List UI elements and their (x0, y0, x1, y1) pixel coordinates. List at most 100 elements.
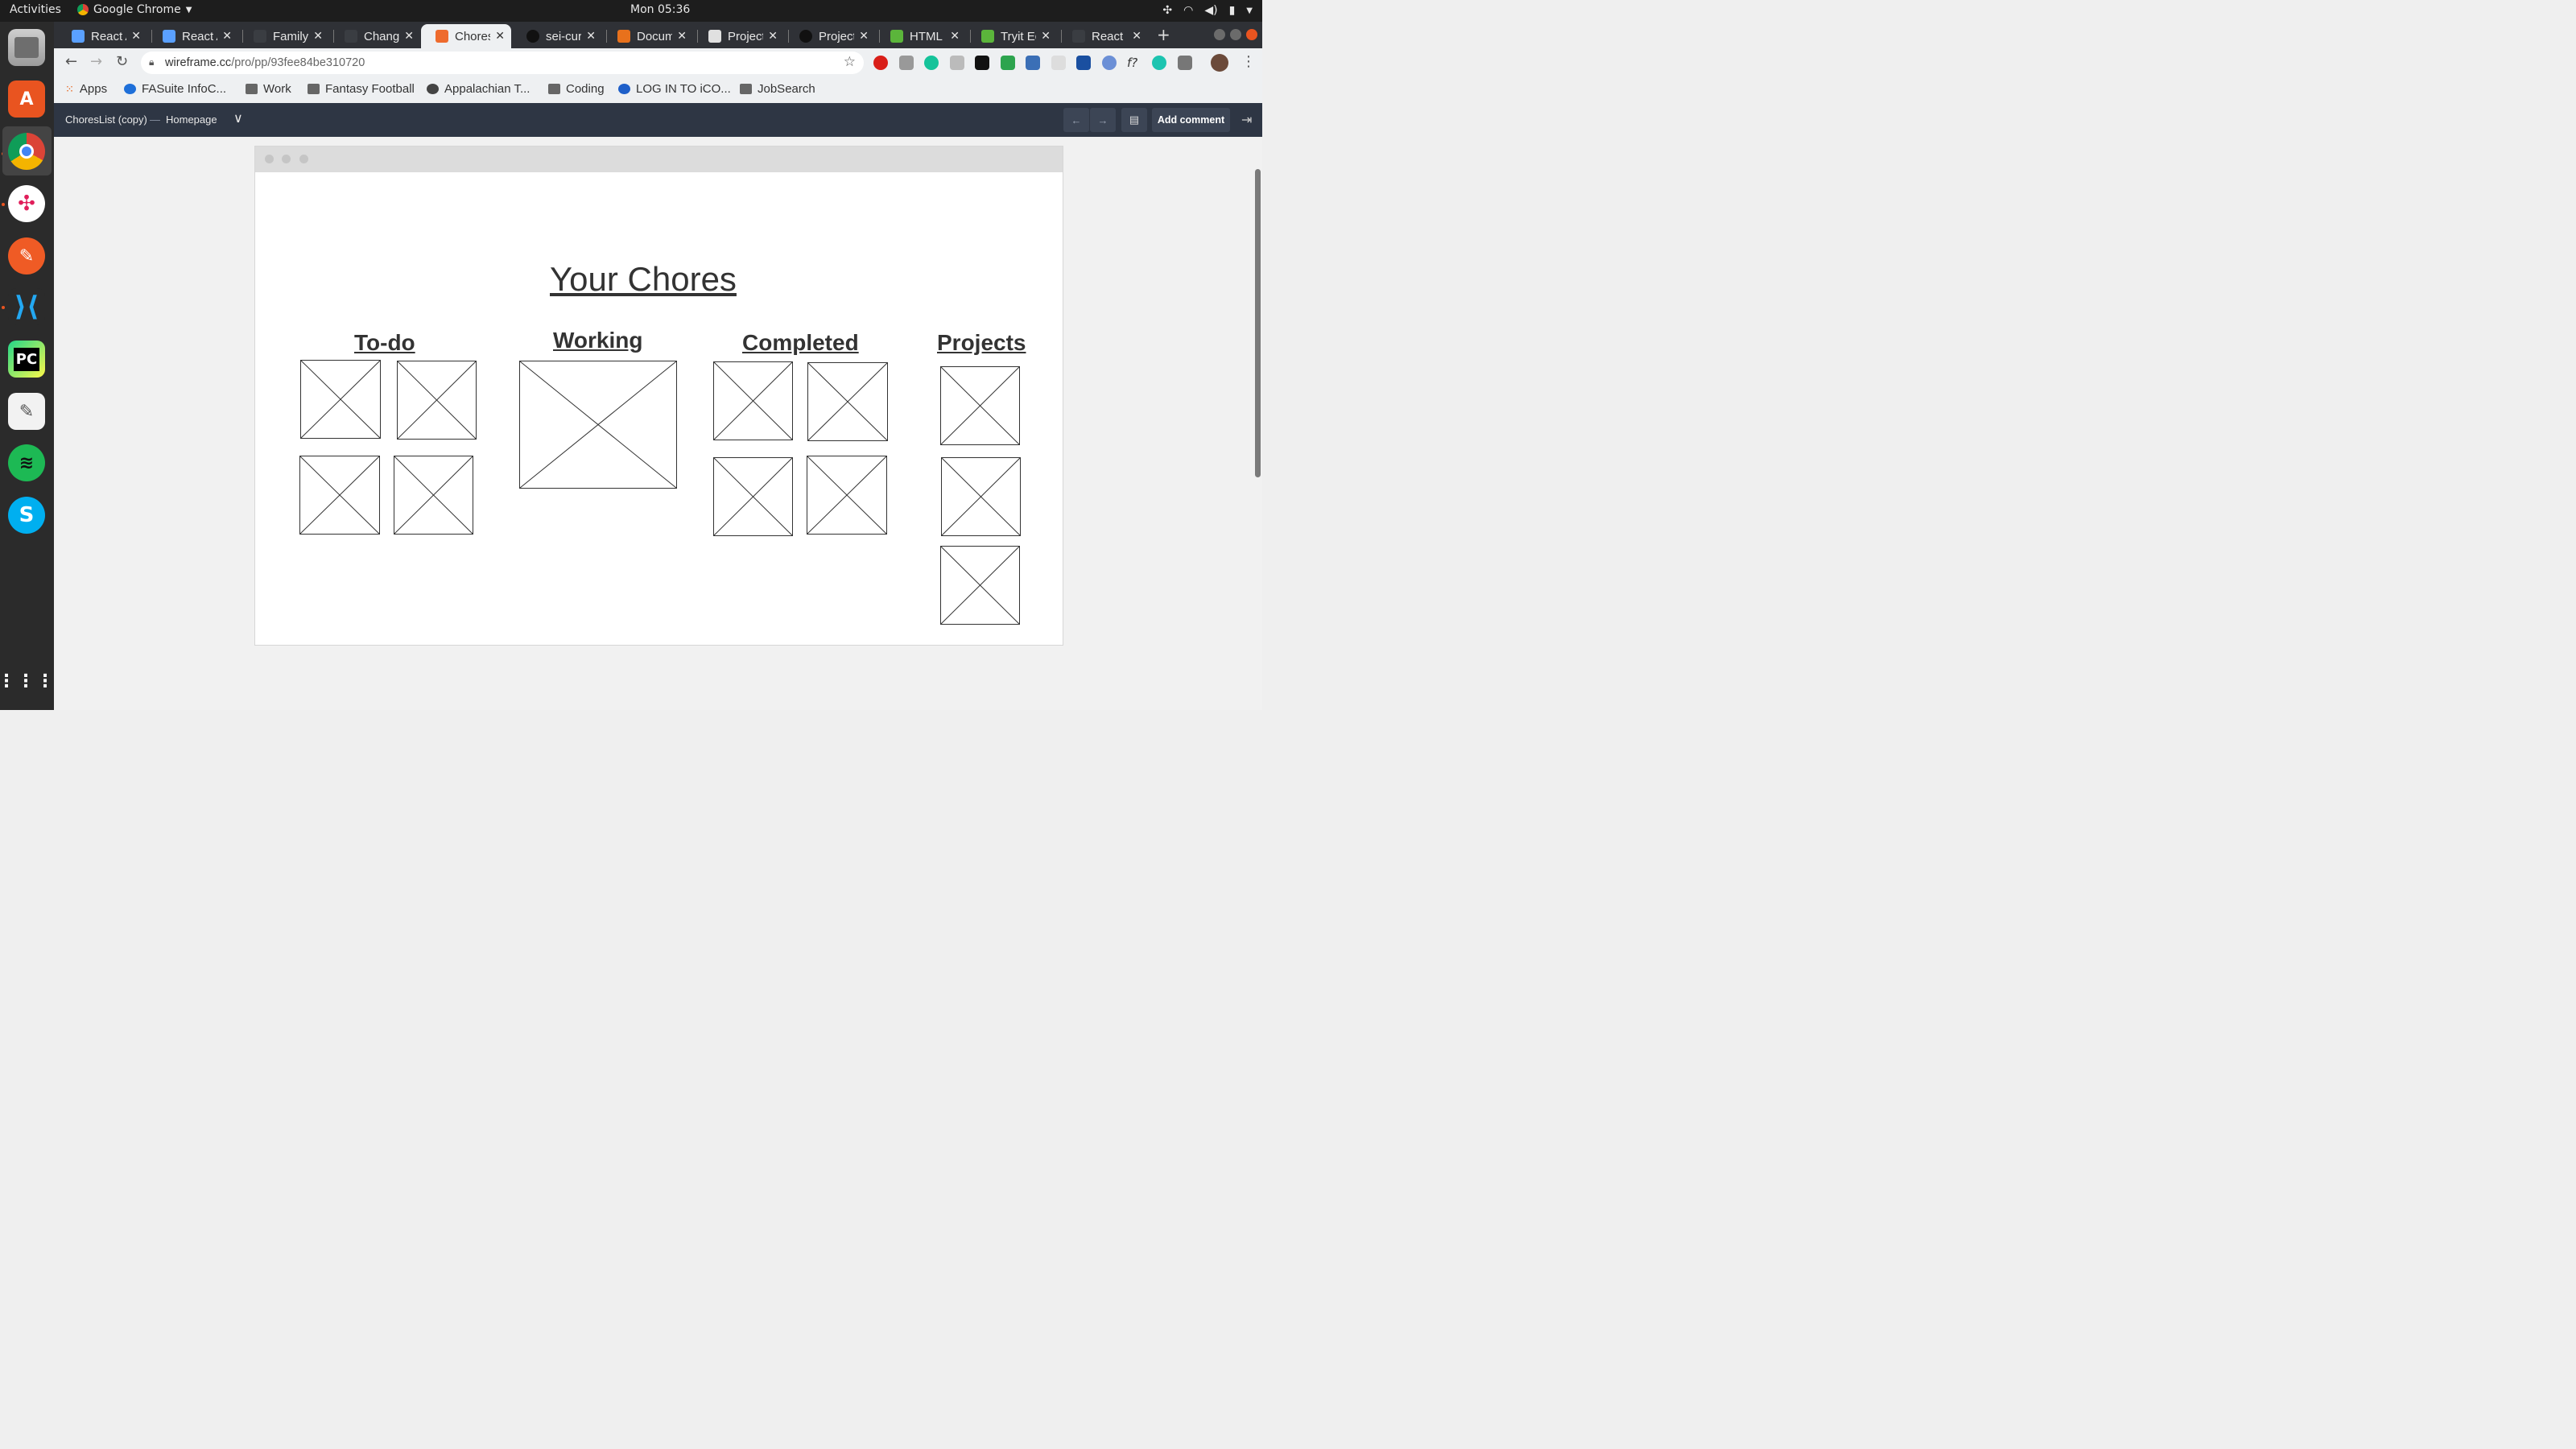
back-button[interactable]: ← (65, 53, 77, 70)
bookmark-coding[interactable]: Coding (548, 82, 605, 96)
spotify-icon[interactable]: ≋ (8, 444, 45, 481)
completed-image-placeholder[interactable] (713, 457, 793, 536)
extension-icon[interactable] (950, 56, 964, 70)
todo-image-placeholder[interactable] (394, 456, 473, 535)
system-tray[interactable]: ✣ ◠ ◀) ▮ ▼ (1162, 4, 1253, 17)
clock[interactable]: Mon 05:36 (630, 3, 690, 16)
tab[interactable]: HTML s✕ (876, 24, 966, 48)
chrome-dock-icon[interactable] (8, 133, 45, 170)
software-center-icon[interactable]: A (8, 80, 45, 118)
slack-icon[interactable]: ✣ (8, 185, 45, 222)
bookmark-icon-login[interactable]: LOG IN TO iCO... (618, 82, 731, 96)
extension-icon[interactable] (975, 56, 989, 70)
bookmark-star-icon[interactable]: ☆ (844, 54, 856, 70)
tab[interactable]: sei-curr✕ (512, 24, 602, 48)
close-icon[interactable]: ✕ (768, 30, 778, 43)
column-heading-completed[interactable]: Completed (742, 330, 859, 356)
slack-tray-icon[interactable]: ✣ (1162, 4, 1172, 17)
reload-button[interactable]: ↻ (116, 53, 128, 70)
forward-button[interactable]: → (90, 53, 102, 70)
github-icon (526, 30, 539, 43)
todo-image-placeholder[interactable] (300, 360, 381, 439)
column-heading-working[interactable]: Working (553, 328, 642, 353)
close-icon[interactable]: ✕ (495, 30, 505, 43)
files-icon[interactable] (8, 29, 45, 66)
close-icon[interactable]: ✕ (222, 30, 232, 43)
font-extension-icon[interactable]: f? (1127, 56, 1141, 70)
chrome-menu-icon[interactable]: ⋮ (1241, 53, 1256, 70)
bookmark-jobsearch[interactable]: JobSearch (740, 82, 815, 96)
projects-image-placeholder[interactable] (940, 366, 1020, 445)
minimize-button[interactable] (1214, 29, 1225, 40)
close-window-button[interactable] (1246, 29, 1257, 40)
exit-icon[interactable]: ⇥ (1241, 112, 1252, 128)
comments-icon[interactable]: ▤ (1121, 108, 1147, 132)
tab[interactable]: React d✕ (1058, 24, 1148, 48)
close-icon[interactable]: ✕ (1041, 30, 1051, 43)
close-icon[interactable]: ✕ (404, 30, 414, 43)
maximize-button[interactable] (1230, 29, 1241, 40)
tab[interactable]: Tryit Ed✕ (967, 24, 1057, 48)
bookmark-appalachian[interactable]: Appalachian T... (427, 82, 530, 96)
tab[interactable]: Project ✕ (785, 24, 875, 48)
profile-avatar[interactable] (1211, 54, 1228, 72)
tab[interactable]: Project ✕ (694, 24, 784, 48)
show-applications-icon[interactable]: ⋮⋮⋮ (0, 663, 54, 700)
completed-image-placeholder[interactable] (807, 362, 888, 441)
react-devtools-icon[interactable] (1051, 56, 1066, 70)
working-image-placeholder[interactable] (519, 361, 677, 489)
extension-icon[interactable] (1178, 56, 1192, 70)
app-menu[interactable]: Google Chrome ▼ (77, 3, 192, 16)
chevron-down-icon: ▼ (185, 5, 192, 14)
bookmark-work[interactable]: Work (246, 82, 291, 96)
close-icon[interactable]: ✕ (131, 30, 141, 43)
column-heading-projects[interactable]: Projects (937, 330, 1026, 356)
pycharm-icon[interactable]: PC (8, 341, 45, 378)
adblock-extension-icon[interactable] (873, 56, 888, 70)
projects-image-placeholder[interactable] (940, 546, 1020, 625)
css-extension-icon[interactable] (899, 56, 914, 70)
activities-button[interactable]: Activities (10, 3, 61, 16)
close-icon[interactable]: ✕ (677, 30, 687, 43)
close-icon[interactable]: ✕ (586, 30, 596, 43)
completed-image-placeholder[interactable] (713, 361, 793, 440)
todo-image-placeholder[interactable] (299, 456, 380, 535)
project-name[interactable]: ChoresList (copy) (65, 114, 147, 126)
undo-button[interactable]: ← (1063, 108, 1089, 132)
tab[interactable]: Family I✕ (239, 24, 329, 48)
tab[interactable]: React A✕ (57, 24, 147, 48)
close-icon[interactable]: ✕ (313, 30, 323, 43)
close-icon[interactable]: ✕ (859, 30, 869, 43)
page-title[interactable]: Your Chores (550, 260, 737, 299)
postman-icon[interactable]: ✎ (8, 237, 45, 275)
address-bar[interactable]: 🔒︎ wireframe.cc/pro/pp/93fee84be310720 ☆ (141, 52, 864, 74)
projects-image-placeholder[interactable] (941, 457, 1021, 536)
grammarly-extension-icon[interactable] (924, 56, 939, 70)
extension-icon[interactable] (1102, 56, 1117, 70)
close-icon[interactable]: ✕ (1132, 30, 1141, 43)
bookmark-apps[interactable]: ⁙ Apps (65, 82, 107, 96)
extension-icon[interactable] (1152, 56, 1166, 70)
tab[interactable]: React A✕ (148, 24, 238, 48)
tab[interactable]: Docume✕ (603, 24, 693, 48)
chevron-down-icon[interactable]: ∨ (233, 110, 243, 126)
search-extension-icon[interactable] (1026, 56, 1040, 70)
extension-icon[interactable] (1076, 56, 1091, 70)
tab[interactable]: Change✕ (330, 24, 420, 48)
shield-extension-icon[interactable] (1001, 56, 1015, 70)
completed-image-placeholder[interactable] (807, 456, 887, 535)
new-tab-button[interactable]: + (1157, 25, 1170, 44)
tab-active[interactable]: ChoresL✕ (421, 24, 511, 48)
add-comment-button[interactable]: Add comment (1152, 108, 1230, 132)
scrollbar[interactable] (1255, 169, 1261, 477)
page-name[interactable]: Homepage (166, 114, 217, 126)
text-editor-icon[interactable]: ✎ (8, 393, 45, 430)
todo-image-placeholder[interactable] (397, 361, 477, 440)
column-heading-todo[interactable]: To-do (354, 330, 415, 356)
bookmark-fantasy-football[interactable]: Fantasy Football (308, 82, 415, 96)
close-icon[interactable]: ✕ (950, 30, 960, 43)
bookmark-fasuite[interactable]: FASuite InfoC... (124, 82, 226, 96)
redo-button[interactable]: → (1090, 108, 1116, 132)
skype-icon[interactable]: S (8, 497, 45, 534)
vscode-icon[interactable]: ⟩⟨ (8, 288, 45, 325)
